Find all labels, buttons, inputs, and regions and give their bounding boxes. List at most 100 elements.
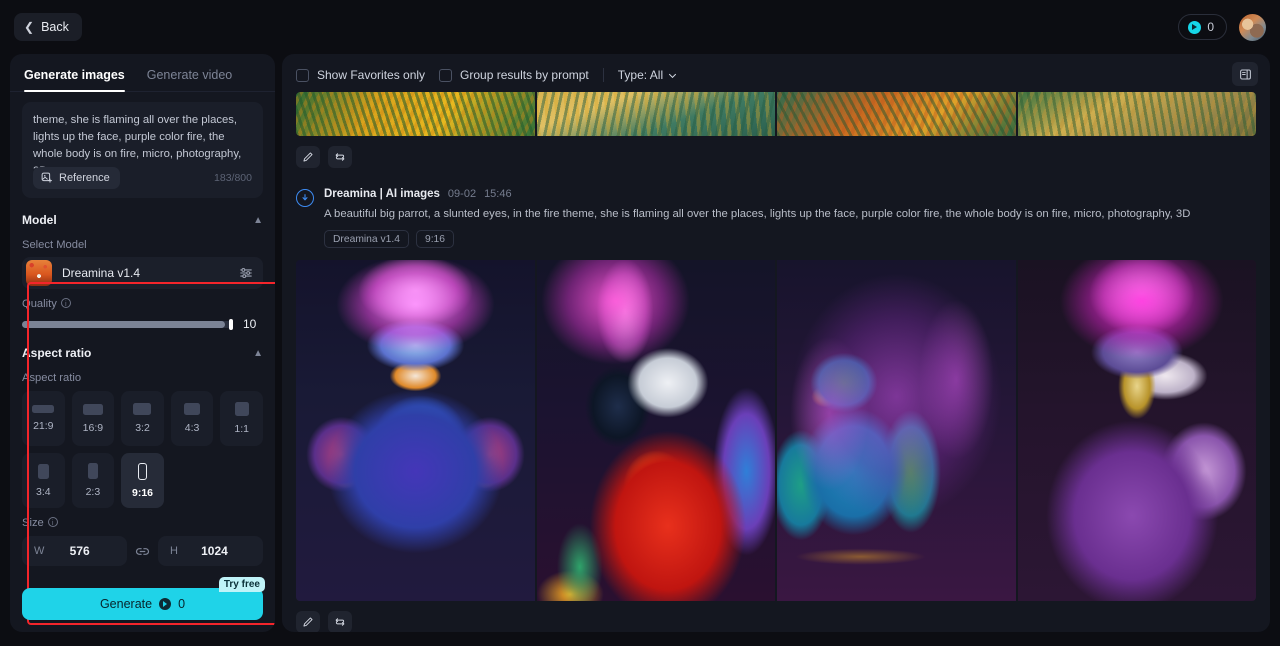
chevron-up-icon[interactable]: ▲ [253,348,263,359]
layout-panel-icon [1239,69,1251,79]
result-actions [296,146,1256,168]
model-selector[interactable]: Dreamina v1.4 [22,257,263,289]
quality-label-text: Quality [22,298,57,310]
info-icon[interactable]: i [47,517,58,527]
generation-tags: Dreamina v1.4 9:16 [324,230,1190,248]
width-input[interactable]: W 576 [22,536,127,566]
model-name: Dreamina v1.4 [62,266,141,280]
character-counter: 183/800 [214,172,252,184]
generation-meta: Dreamina | AI images 09-02 15:46 A beaut… [324,188,1190,248]
type-filter-label: Type: All [617,68,664,82]
aspect-section-header[interactable]: Aspect ratio ▲ [10,343,275,363]
type-filter-dropdown[interactable]: Type: All [618,68,677,82]
aspect-ratio-shape-icon [87,463,98,479]
top-bar-right: 0 [1178,13,1266,41]
regenerate-icon [335,153,345,161]
show-favorites-label: Show Favorites only [317,68,426,82]
result-image[interactable] [1017,92,1256,136]
coin-icon [1188,20,1202,34]
tab-generate-images[interactable]: Generate images [24,68,125,92]
result-image[interactable] [1017,260,1256,601]
aspect-ratio-option-label: 3:2 [135,422,150,434]
model-section-header[interactable]: Model ▲ [10,210,275,230]
pencil-icon [303,152,313,162]
tab-generate-video[interactable]: Generate video [147,68,232,91]
aspect-ratio-shape-icon [32,405,55,413]
result-grid-current [296,260,1256,601]
result-strip-previous [296,92,1256,136]
regenerate-button[interactable] [328,611,352,632]
edit-button[interactable] [296,611,320,632]
aspect-ratio-option-1-1[interactable]: 1:1 [220,391,263,446]
credits-value: 0 [1207,20,1214,34]
aspect-ratio-option-label: 1:1 [234,423,249,435]
results-scroll-area[interactable]: Dreamina | AI images 09-02 15:46 A beaut… [282,92,1270,632]
prompt-input[interactable]: theme, she is flaming all over the place… [22,102,263,198]
reference-button-label: Reference [59,172,110,184]
result-image[interactable] [777,260,1016,601]
aspect-ratio-option-label: 3:4 [35,485,51,498]
quality-slider-thumb[interactable] [229,318,233,330]
generate-cost: 0 [178,597,186,611]
quality-value: 10 [243,317,257,331]
aspect-ratio-option-16-9[interactable]: 16:9 [71,391,115,446]
quality-slider-row: 10 [22,317,263,331]
aspect-ratio-option-4-3[interactable]: 4:3 [170,391,214,446]
aspect-ratio-shape-icon [137,462,147,480]
generate-button-label: Generate [99,597,153,611]
group-by-prompt-checkbox[interactable]: Group results by prompt [439,68,589,82]
sliders-icon[interactable] [239,266,253,280]
tab-generate-images-label: Generate images [24,68,125,82]
height-value: 1024 [201,544,228,558]
link-icon[interactable] [135,544,150,559]
info-icon[interactable]: i [60,298,71,308]
regenerate-button[interactable] [328,146,352,168]
edit-button[interactable] [296,146,320,168]
chevron-up-icon[interactable]: ▲ [253,215,263,226]
group-by-prompt-label: Group results by prompt [460,68,589,82]
result-image[interactable] [296,92,535,136]
tag-model: Dreamina v1.4 [324,230,409,248]
aspect-ratio-option-label: 16:9 [82,421,104,434]
add-image-icon [41,172,52,183]
height-input[interactable]: H 1024 [158,536,263,566]
aspect-ratio-option-3-2[interactable]: 3:2 [121,391,164,446]
panel-layout-toggle[interactable] [1232,62,1258,86]
height-key: H [170,545,178,557]
generation-settings-panel: Generate images Generate video theme, sh… [10,54,275,632]
generate-button[interactable]: Generate 0 Try free [22,577,265,620]
width-value: 576 [69,544,90,558]
tab-generate-video-label: Generate video [146,68,233,82]
pencil-icon [303,617,313,627]
quality-slider[interactable] [22,318,233,330]
aspect-ratio-shape-icon [133,403,152,415]
aspect-ratio-option-21-9[interactable]: 21:9 [22,391,65,446]
panel-tabs: Generate images Generate video [10,54,275,92]
aspect-ratio-option-9-16[interactable]: 9:16 [121,453,164,508]
aspect-ratio-option-2-3[interactable]: 2:3 [71,453,115,508]
size-label: Size i [10,517,275,529]
result-image[interactable] [536,92,775,136]
aspect-ratio-option-label: 4:3 [184,422,200,434]
result-image[interactable] [296,260,535,601]
aspect-ratio-label: Aspect ratio [22,372,82,384]
aspect-ratio-option-3-4[interactable]: 3:4 [22,453,65,508]
aspect-ratio-shape-icon [37,463,49,479]
result-image[interactable] [536,260,775,601]
aspect-ratio-grid: 21:9 16:9 3:2 4:3 1:1 3:4 2:3 9:16 [22,391,263,508]
generation-header: Dreamina | AI images 09-02 15:46 A beaut… [296,188,1256,248]
size-label-text: Size [22,517,44,529]
aspect-ratio-option-label: 21:9 [33,420,54,432]
credits-pill[interactable]: 0 [1178,14,1227,40]
divider [602,68,604,82]
result-actions [296,611,1256,632]
dreamina-glyph [302,194,308,201]
aspect-ratio-option-label: 9:16 [131,486,153,499]
top-bar: ❮ Back 0 [0,0,1280,54]
show-favorites-checkbox[interactable]: Show Favorites only [296,68,425,82]
reference-button[interactable]: Reference [33,167,120,189]
back-button[interactable]: ❮ Back [14,13,82,41]
size-row: W 576 H 1024 [22,536,263,566]
result-image[interactable] [777,92,1016,136]
avatar[interactable] [1239,13,1266,41]
